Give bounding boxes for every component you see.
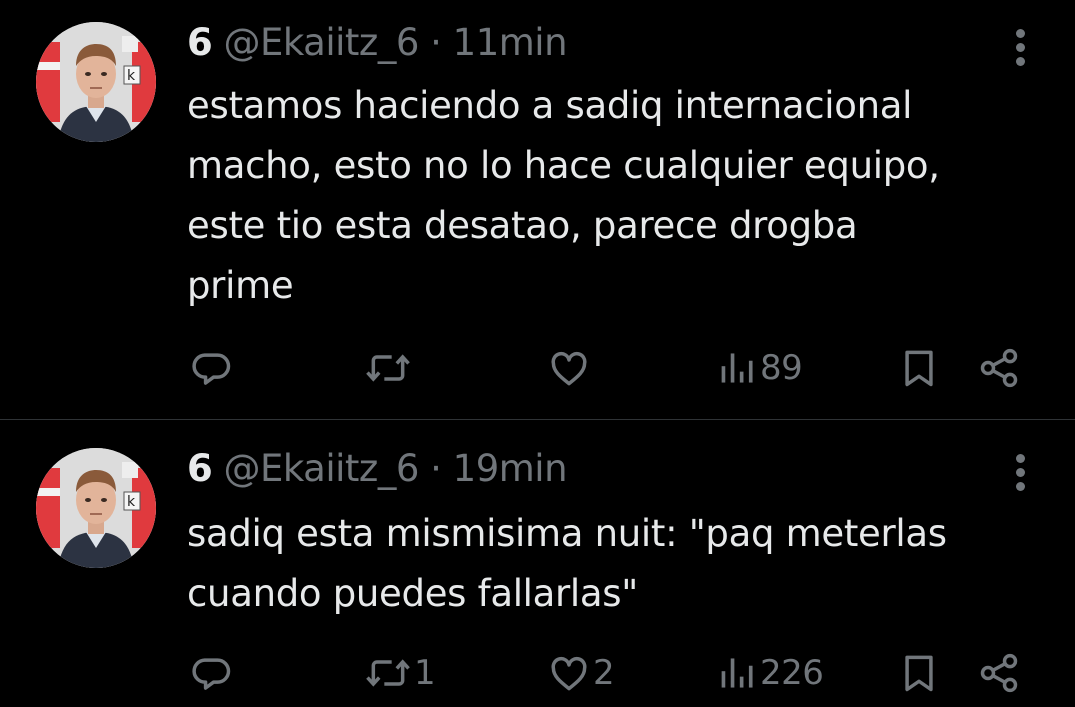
reply-button[interactable]	[190, 343, 234, 393]
share-button[interactable]	[977, 648, 1021, 698]
like-count: 2	[593, 653, 615, 693]
retweet-button[interactable]: 1	[364, 648, 436, 698]
avatar-image: k	[36, 22, 156, 142]
tweet-text-line: este tio esta desatao, parece drogba	[187, 204, 858, 247]
user-handle[interactable]: @Ekaiitz_6	[224, 447, 420, 490]
tweet[interactable]: k 6 @Ekaiitz_6 · 11min estamos haciendo …	[0, 0, 1075, 420]
more-options-icon[interactable]	[1009, 450, 1033, 494]
display-name[interactable]: 6	[187, 447, 213, 490]
reply-button[interactable]	[190, 648, 234, 698]
tweet-text-line: estamos haciendo a sadiq internacional	[187, 84, 913, 127]
tweet-text-line: prime	[187, 264, 294, 307]
like-button[interactable]	[547, 343, 593, 393]
separator-dot: ·	[430, 447, 442, 490]
separator-dot: ·	[430, 21, 442, 64]
heart-icon	[551, 656, 587, 691]
more-options-icon[interactable]	[1009, 25, 1033, 69]
bookmark-button[interactable]	[897, 343, 941, 393]
share-icon	[980, 348, 1018, 388]
share-button[interactable]	[977, 343, 1021, 393]
tweet-text-line: cuando puedes fallarlas"	[187, 572, 638, 615]
tweet-text-line: sadiq esta mismisima nuit: "paq meterlas	[187, 512, 947, 555]
timestamp[interactable]: 11min	[453, 21, 568, 64]
tweet-header: 6 @Ekaiitz_6 · 11min	[187, 18, 568, 68]
tweet-text: sadiq esta mismisima nuit: "paq meterlas…	[187, 504, 1057, 624]
action-bar: 1 2 226	[0, 648, 1075, 698]
views-count: 226	[760, 653, 824, 693]
avatar-image: k	[36, 448, 156, 568]
retweet-button[interactable]	[364, 343, 414, 393]
views-icon	[721, 353, 753, 383]
tweet-text-line: macho, esto no lo hace cualquier equipo,	[187, 144, 940, 187]
views-count: 89	[760, 348, 803, 388]
display-name[interactable]: 6	[187, 21, 213, 64]
bookmark-button[interactable]	[897, 648, 941, 698]
bookmark-icon	[905, 655, 933, 692]
retweet-count: 1	[414, 653, 436, 693]
svg-text:k: k	[127, 494, 136, 510]
retweet-icon	[366, 659, 410, 687]
views-button[interactable]: 226	[718, 648, 824, 698]
tweet-text: estamos haciendo a sadiq internacional m…	[187, 76, 1057, 316]
views-icon	[721, 658, 753, 688]
user-handle[interactable]: @Ekaiitz_6	[224, 21, 420, 64]
bookmark-icon	[905, 350, 933, 387]
svg-text:k: k	[127, 68, 136, 84]
tweet-header: 6 @Ekaiitz_6 · 19min	[187, 444, 568, 494]
tweet[interactable]: k 6 @Ekaiitz_6 · 19min sadiq esta mismis…	[0, 420, 1075, 707]
avatar[interactable]: k	[36, 22, 156, 142]
heart-icon	[551, 351, 587, 386]
like-button[interactable]: 2	[547, 648, 615, 698]
avatar[interactable]: k	[36, 448, 156, 568]
reply-icon	[192, 353, 231, 385]
retweet-icon	[366, 354, 410, 382]
views-button[interactable]: 89	[718, 343, 803, 393]
share-icon	[980, 653, 1018, 693]
reply-icon	[192, 658, 231, 690]
timestamp[interactable]: 19min	[453, 447, 568, 490]
action-bar: 89	[0, 343, 1075, 393]
